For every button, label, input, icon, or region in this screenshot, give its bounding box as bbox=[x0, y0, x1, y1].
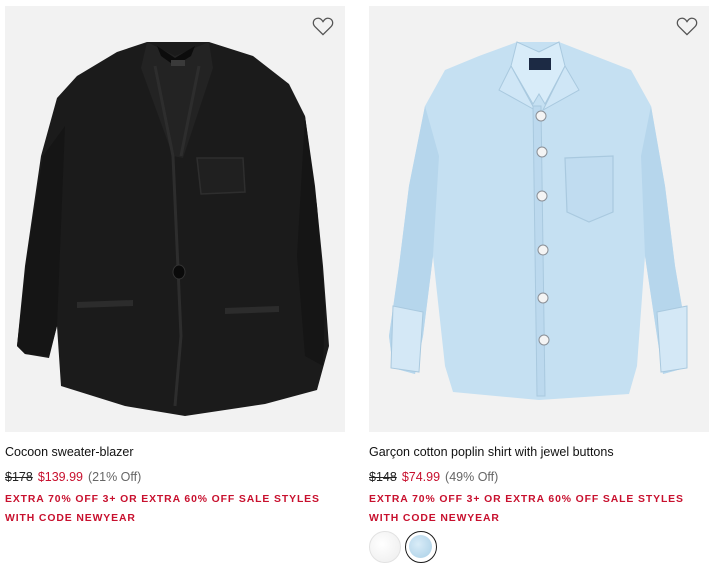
original-price: $148 bbox=[369, 470, 397, 484]
product-card[interactable]: Garçon cotton poplin shirt with jewel bu… bbox=[369, 6, 709, 563]
sale-price: $74.99 bbox=[401, 470, 441, 484]
sale-price: $139.99 bbox=[37, 470, 83, 484]
heart-outline-icon[interactable] bbox=[676, 16, 698, 36]
product-image[interactable] bbox=[369, 6, 709, 432]
product-name[interactable]: Garçon cotton poplin shirt with jewel bu… bbox=[369, 445, 614, 459]
price-row: $148 $74.99 (49% Off) bbox=[369, 470, 498, 484]
swatch-light-blue-selected[interactable] bbox=[405, 531, 437, 563]
swatch-color-fill bbox=[409, 535, 432, 558]
swatch-white[interactable] bbox=[369, 531, 401, 563]
discount-percent: (49% Off) bbox=[445, 470, 499, 484]
price-row: $178 $139.99 (21% Off) bbox=[5, 470, 141, 484]
light-blue-button-shirt-image bbox=[389, 41, 688, 400]
promo-message: EXTRA 70% OFF 3+ OR EXTRA 60% OFF SALE S… bbox=[5, 494, 320, 524]
product-name[interactable]: Cocoon sweater-blazer bbox=[5, 445, 134, 459]
black-sweater-blazer-image bbox=[17, 42, 329, 416]
original-price: $178 bbox=[5, 470, 33, 484]
product-card[interactable]: Cocoon sweater-blazer $178 $139.99 (21% Of… bbox=[5, 6, 345, 524]
heart-outline-icon[interactable] bbox=[312, 16, 334, 36]
discount-percent: (21% Off) bbox=[88, 470, 142, 484]
product-image[interactable] bbox=[5, 6, 345, 432]
promo-message: EXTRA 70% OFF 3+ OR EXTRA 60% OFF SALE S… bbox=[369, 494, 684, 524]
